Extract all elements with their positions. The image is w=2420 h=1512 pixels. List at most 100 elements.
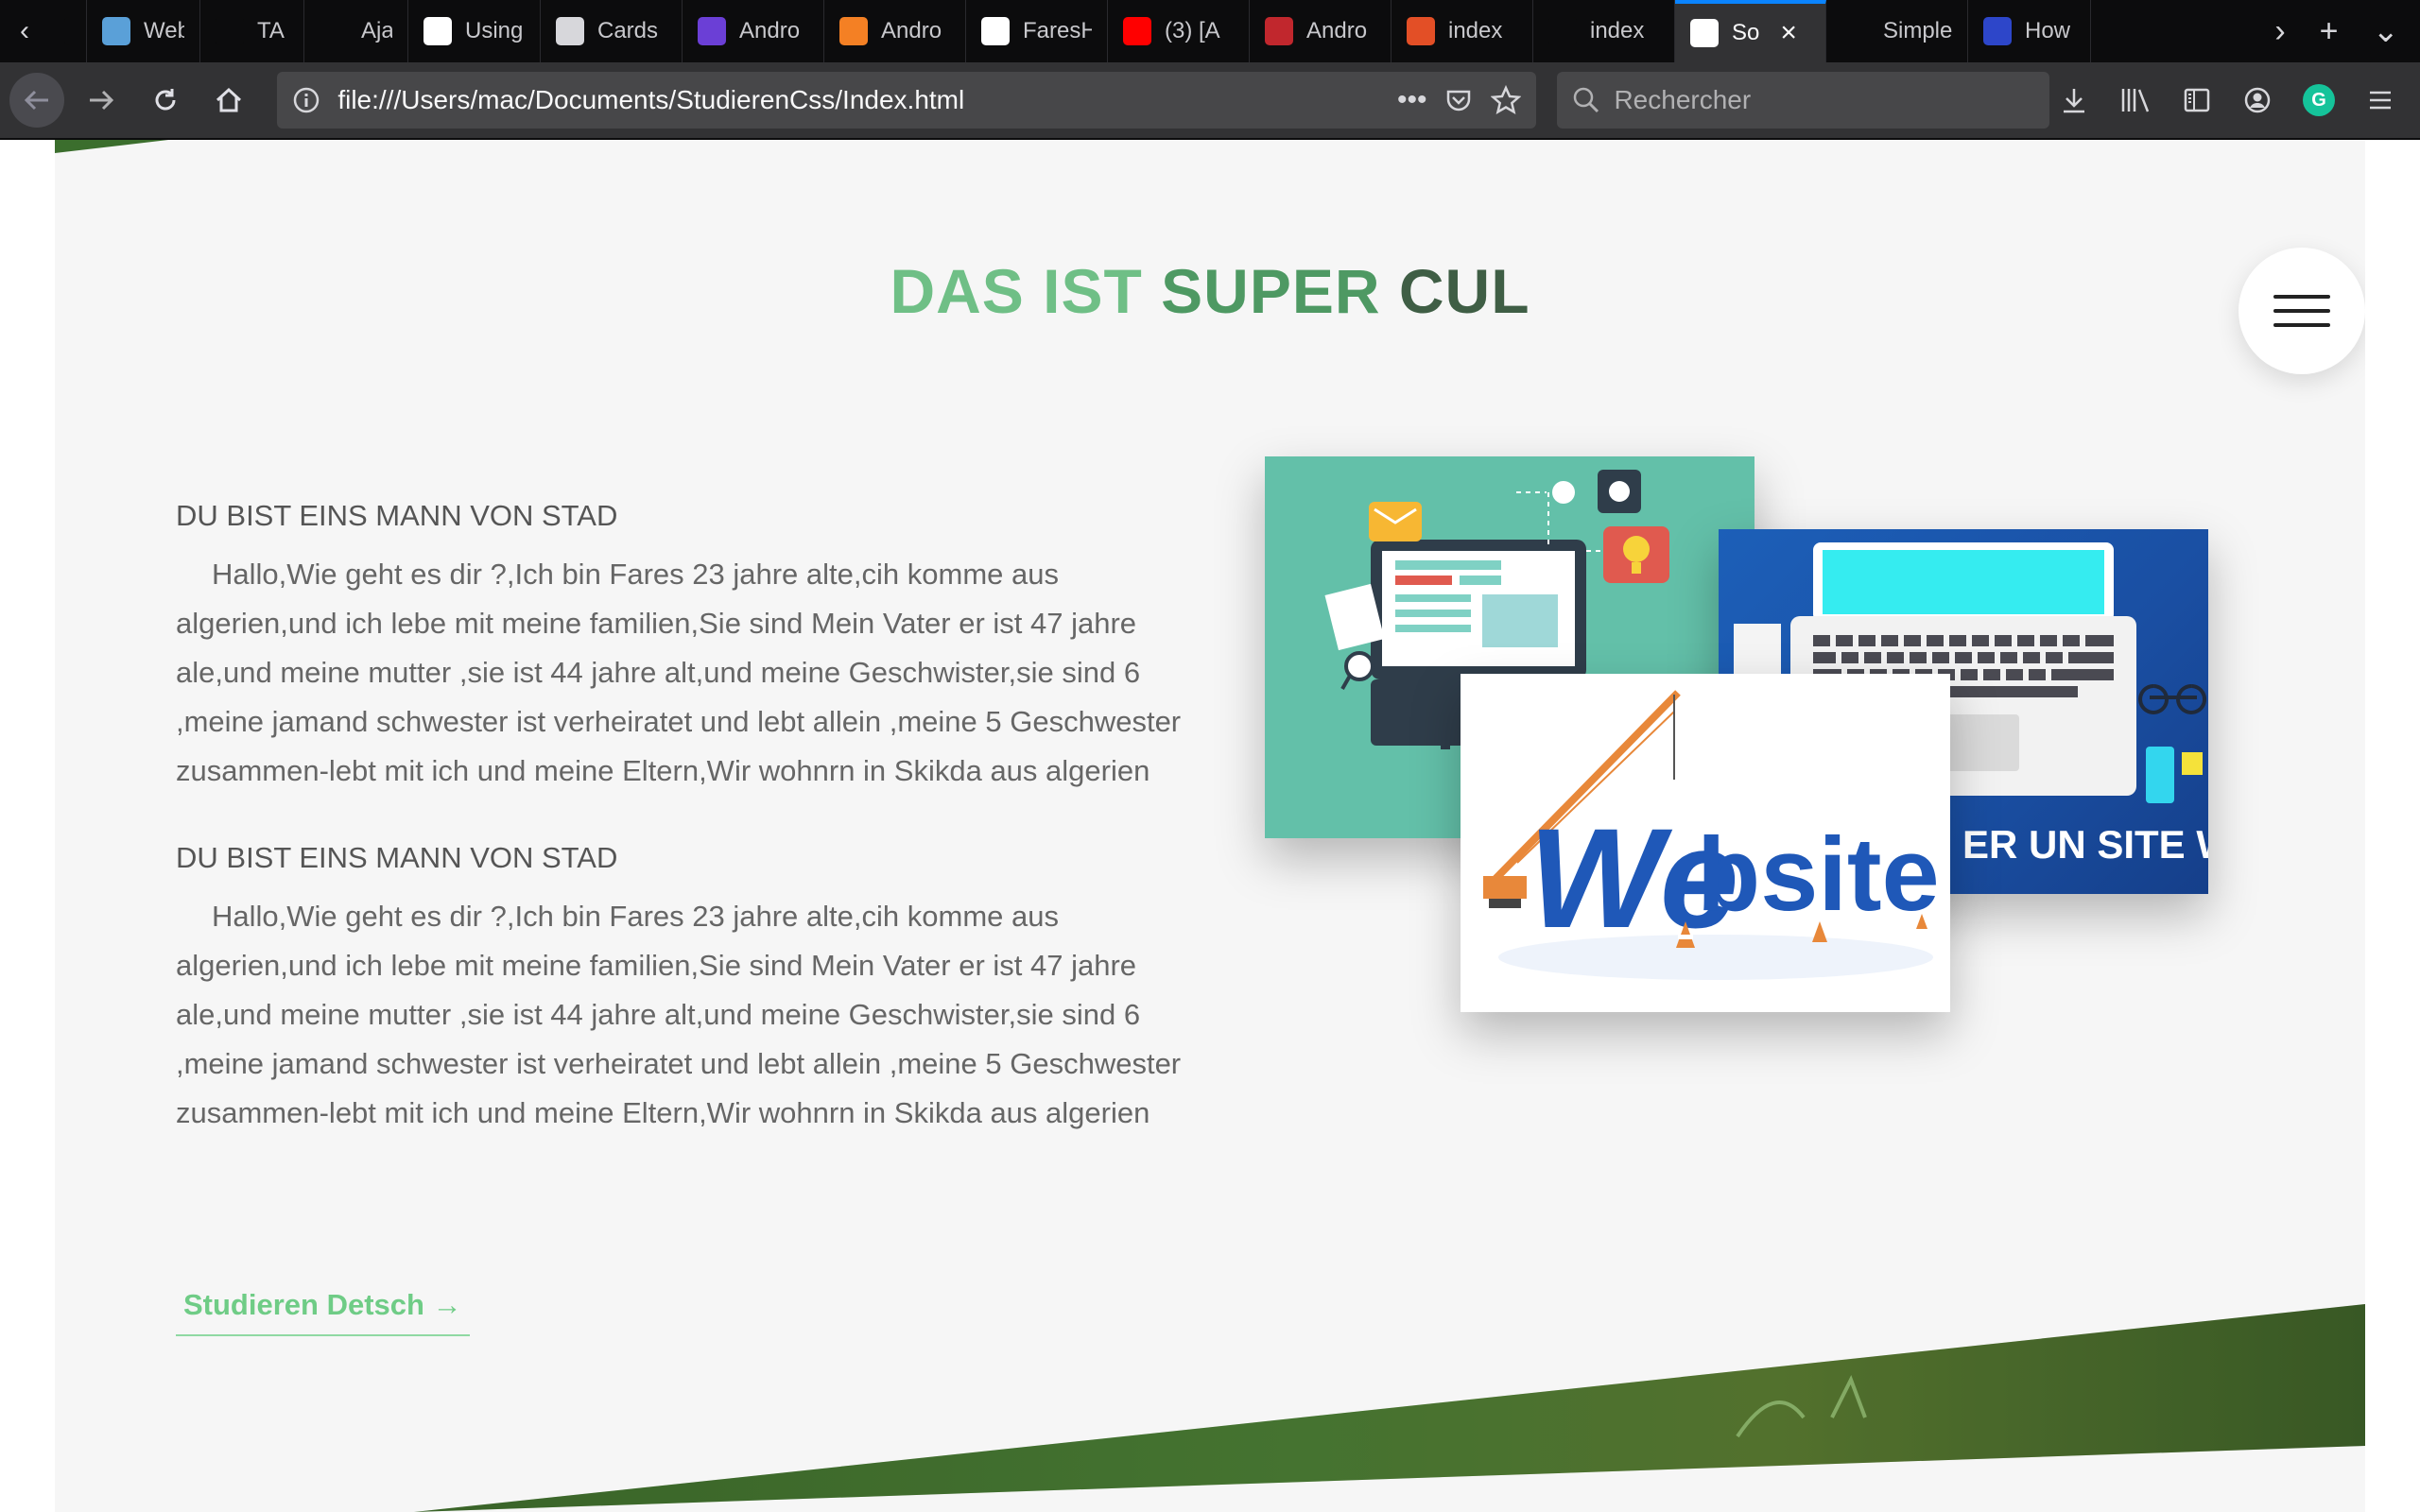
website-construction-image: We bsite (1461, 674, 1950, 1012)
back-button[interactable] (9, 73, 64, 128)
codepen-icon (424, 17, 452, 45)
home-icon (216, 87, 242, 112)
url-text[interactable]: file:///Users/mac/Documents/StudierenCss… (337, 85, 1380, 115)
tab-title: Andro (739, 18, 801, 43)
block-paragraph: Hallo,Wie geht es dir ?,Ich bin Fares 23… (176, 558, 1182, 787)
tab-title: Ajax (361, 18, 392, 43)
stackoverflow-icon (839, 17, 868, 45)
d-logo-icon (698, 17, 726, 45)
bookmark-star-icon[interactable] (1491, 85, 1522, 115)
page-title-part-3: CUL (1398, 256, 1530, 326)
address-bar[interactable]: file:///Users/mac/Documents/StudierenCss… (277, 72, 1537, 129)
tab-scroll-left-icon[interactable]: ‹ (0, 0, 49, 62)
reload-button[interactable] (138, 73, 193, 128)
block-heading: DU BIST EINS MANN VON STAD (176, 841, 618, 874)
browser-tab[interactable]: Andro (824, 0, 966, 62)
toolbar-icons: G (2059, 84, 2411, 116)
site-info-icon[interactable] (292, 86, 320, 114)
browser-tab[interactable]: Ajax (304, 0, 408, 62)
tab-strip: ال Webin TA Hir Ajax Using Cards Andro Andro Far… (49, 0, 2091, 62)
generic-tab-icon (1548, 17, 1577, 45)
grammarly-extension-icon[interactable]: G (2303, 84, 2335, 116)
tab-title: Using (465, 18, 524, 43)
reload-icon (155, 89, 176, 111)
tab-title: index (1448, 18, 1503, 43)
browser-tab[interactable]: Andro (1250, 0, 1392, 62)
generic-tab-icon (64, 17, 86, 45)
page-actions-menu-icon[interactable]: ••• (1397, 84, 1427, 116)
tab-tools: › + ⌄ (2274, 0, 2420, 62)
page-title-part-1: DAS IST (890, 256, 1162, 326)
tab-title: Andro (1306, 18, 1368, 43)
tab-title: So (1732, 20, 1760, 45)
browser-tab[interactable]: Using (408, 0, 541, 62)
browser-tab[interactable]: So × (1675, 0, 1826, 62)
search-bar[interactable]: Rechercher (1557, 72, 2049, 129)
tab-title: Cards (597, 18, 659, 43)
text-block: DU BIST EINS MANN VON STAD Hallo,Wie geh… (176, 499, 1197, 796)
code-badge-icon (1983, 17, 2012, 45)
generic-tab-icon (1841, 17, 1870, 45)
new-tab-plus-icon[interactable]: + (2320, 13, 2339, 50)
tab-scroll-right-icon[interactable]: › (2274, 13, 2285, 50)
browser-tab[interactable]: How T (1968, 0, 2091, 62)
search-placeholder: Rechercher (1614, 85, 1752, 114)
forward-arrow-icon (89, 90, 113, 111)
menu-line-icon (2273, 295, 2330, 299)
browser-tab[interactable]: Cards (541, 0, 683, 62)
downloads-icon[interactable] (2059, 85, 2089, 115)
youtube-icon (1123, 17, 1151, 45)
account-icon[interactable] (2242, 85, 2273, 115)
bottom-decorative-band (414, 1304, 2365, 1512)
tab-title: index (1590, 18, 1645, 43)
browser-tab[interactable]: Simple Pa (1826, 0, 1968, 62)
block-paragraph: Hallo,Wie geht es dir ?,Ich bin Fares 23… (176, 900, 1182, 1129)
browser-tab-bar: ‹ ال Webin TA Hir Ajax Using Cards Andro Andro F… (0, 0, 2420, 62)
tab-list-chevron-down-icon[interactable]: ⌄ (2373, 12, 2400, 50)
html5-icon (1407, 17, 1435, 45)
tab-title: Webin (144, 18, 184, 43)
home-button[interactable] (201, 73, 256, 128)
github-icon (981, 17, 1010, 45)
menu-toggle-button[interactable] (2238, 248, 2365, 374)
close-tab-icon[interactable]: × (1780, 17, 1797, 49)
laptop-caption: ER UN SITE WEB (1962, 822, 2208, 867)
tab-title: How T (2025, 18, 2075, 43)
tab-title: (3) [A (1165, 18, 1220, 43)
hamburger-menu-icon[interactable] (2365, 85, 2395, 115)
forward-button[interactable] (74, 73, 129, 128)
browser-tab[interactable]: Webin (87, 0, 200, 62)
browser-tab[interactable]: TA Hir (200, 0, 304, 62)
back-arrow-icon (24, 90, 48, 111)
cards-icon (556, 17, 584, 45)
browser-tab[interactable]: index (1533, 0, 1675, 62)
tab-title: FaresH (1023, 18, 1092, 43)
menu-line-icon (2273, 309, 2330, 313)
website-word-part-2: bsite (1697, 816, 1940, 933)
android-dev-icon (1265, 17, 1293, 45)
browser-tab[interactable]: Andro (683, 0, 824, 62)
library-icon[interactable] (2119, 85, 2152, 115)
text-block: DU BIST EINS MANN VON STAD Hallo,Wie geh… (176, 841, 1197, 1138)
page-viewport: DAS IST SUPER CUL DU BIST EINS MANN VON … (0, 140, 2420, 1512)
browser-tab[interactable]: FaresH (966, 0, 1108, 62)
generic-tab-icon (320, 17, 348, 45)
generic-tab-icon (216, 17, 244, 45)
sidebar-toggle-icon[interactable] (2182, 85, 2212, 115)
page-title: DAS IST SUPER CUL (55, 255, 2365, 327)
tab-title: Andro (881, 18, 942, 43)
top-decorative-wedge (55, 140, 168, 153)
page-title-part-2: SUPER (1161, 256, 1399, 326)
block-heading: DU BIST EINS MANN VON STAD (176, 499, 618, 532)
browser-tab[interactable]: ال (49, 0, 87, 62)
navigation-toolbar: file:///Users/mac/Documents/StudierenCss… (0, 62, 2420, 140)
website-3d-illustration: We bsite (1461, 674, 1950, 1012)
webinar-icon (102, 17, 130, 45)
menu-line-icon (2273, 323, 2330, 327)
solution-icon (1690, 19, 1719, 47)
tab-title: TA Hir (257, 18, 288, 43)
browser-tab[interactable]: (3) [A (1108, 0, 1250, 62)
browser-tab[interactable]: index (1392, 0, 1533, 62)
pocket-icon[interactable] (1443, 85, 1474, 115)
tab-title: Simple Pa (1883, 18, 1952, 43)
